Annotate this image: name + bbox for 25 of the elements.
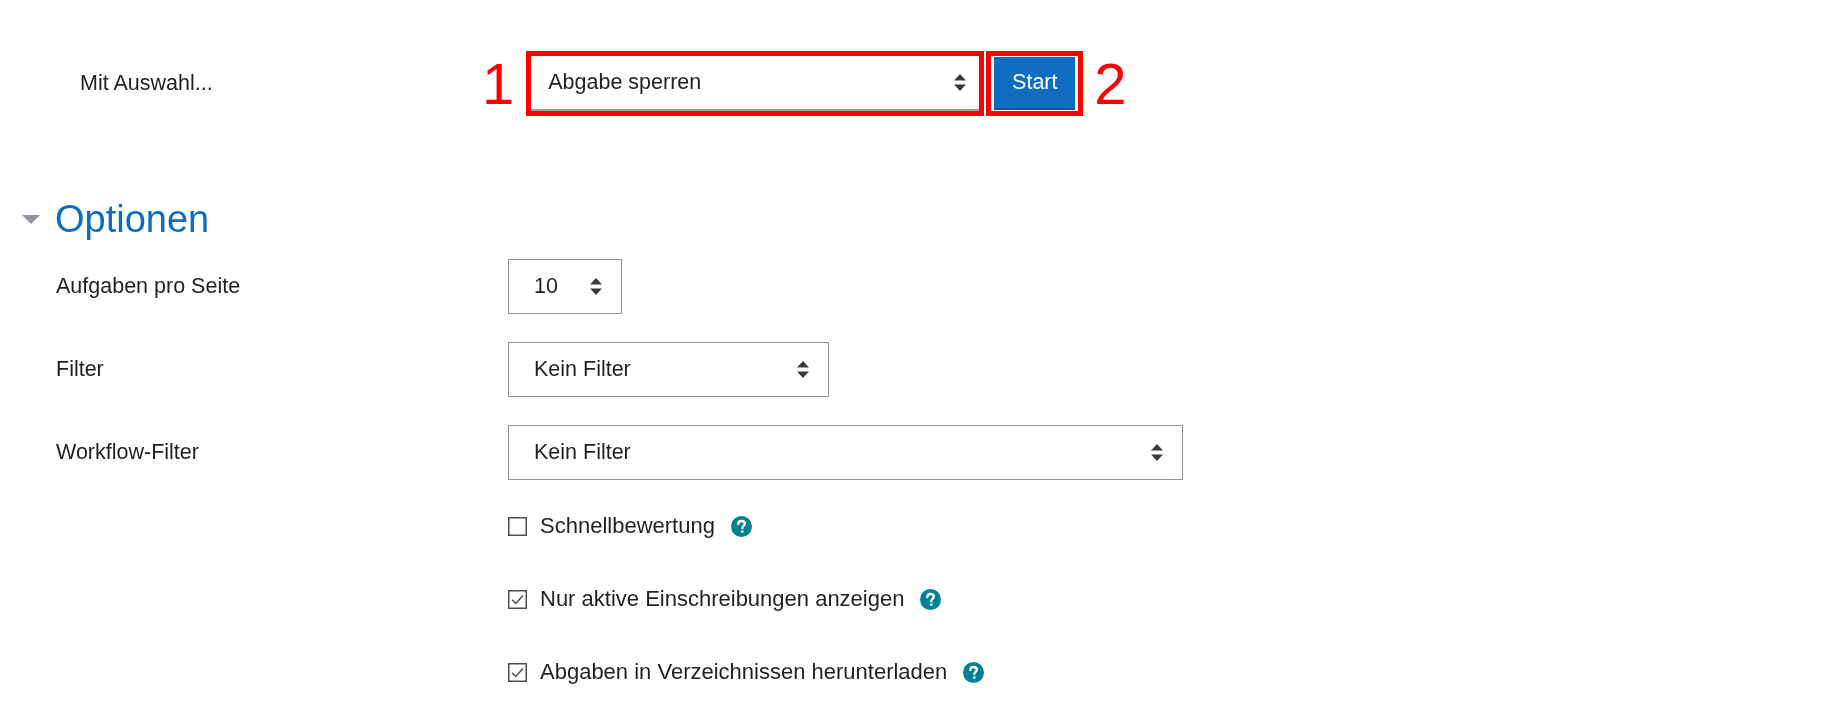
caret-icon: [590, 278, 602, 295]
field-label: Aufgaben pro Seite: [56, 274, 242, 299]
checkbox[interactable]: [508, 516, 527, 536]
collapse-triangle-icon[interactable]: [22, 214, 40, 224]
checkbox[interactable]: [508, 589, 527, 609]
section-title[interactable]: Optionen: [55, 196, 210, 242]
checkbox-label[interactable]: Nur aktive Einschreibungen anzeigen: [540, 586, 905, 612]
checkbox-label[interactable]: Abgaben in Verzeichnissen herunterladen: [540, 659, 948, 685]
checkbox[interactable]: [508, 662, 527, 682]
caret-icon: [797, 361, 809, 378]
field-label: Filter: [56, 357, 105, 382]
dropdown[interactable]: 10: [508, 259, 622, 314]
dropdown[interactable]: Kein Filter: [508, 425, 1183, 480]
start-button[interactable]: Start: [994, 57, 1076, 110]
dropdown[interactable]: Kein Filter: [508, 342, 829, 397]
field-label: Workflow-Filter: [56, 440, 200, 465]
help-icon[interactable]: [920, 588, 942, 610]
caret-icon: [1151, 444, 1163, 461]
annotation-number: 2: [1094, 53, 1127, 114]
caret-icon: [954, 74, 967, 91]
help-icon[interactable]: [730, 515, 752, 537]
checkbox-label[interactable]: Schnellbewertung: [540, 513, 715, 539]
annotation-number: 1: [482, 53, 515, 114]
help-icon[interactable]: [963, 661, 985, 683]
field-label: Mit Auswahl...: [80, 71, 214, 96]
